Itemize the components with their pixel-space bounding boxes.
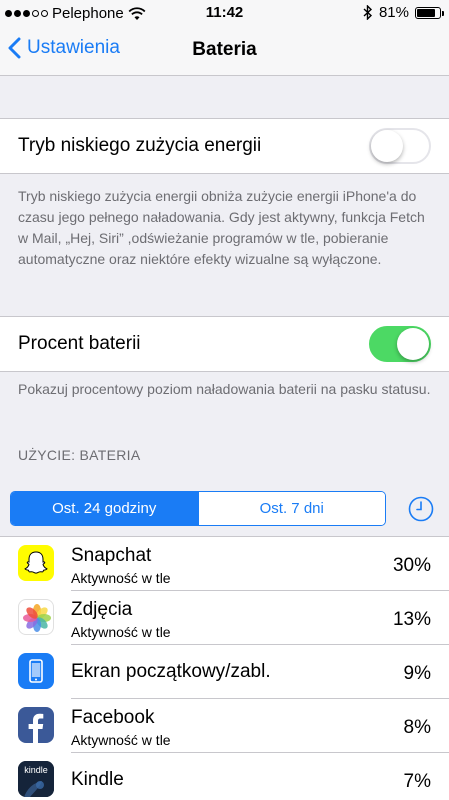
battery-percentage-toggle[interactable]	[369, 326, 431, 362]
usage-row-photos[interactable]: Zdjęcia Aktywność w tle 13%	[0, 591, 449, 645]
usage-row-snapchat[interactable]: Snapchat Aktywność w tle 30%	[0, 537, 449, 591]
navigation-bar: Ustawienia Bateria	[0, 26, 449, 76]
app-percent: 30%	[392, 555, 431, 576]
clock-icon[interactable]	[408, 496, 434, 522]
bluetooth-icon	[363, 5, 372, 20]
battery-icon	[415, 6, 444, 19]
usage-row-home-lock-screen[interactable]: Ekran początkowy/zabl. 9%	[0, 645, 449, 699]
kindle-icon-text: kindle	[24, 765, 48, 775]
toggle-knob	[371, 130, 403, 162]
photos-icon	[18, 599, 54, 635]
snapchat-icon	[18, 545, 54, 581]
app-percent: 9%	[403, 663, 431, 684]
time-range-segmented-control: Ost. 24 godziny Ost. 7 dni	[10, 491, 386, 526]
low-power-mode-cell: Tryb niskiego zużycia energii	[0, 118, 449, 174]
app-name: Kindle	[71, 769, 124, 790]
kindle-icon: kindle	[18, 761, 54, 797]
low-power-mode-label: Tryb niskiego zużycia energii	[18, 135, 262, 156]
app-name: Zdjęcia	[71, 599, 133, 620]
battery-percentage-cell: Procent baterii	[0, 316, 449, 372]
app-percent: 8%	[403, 717, 431, 738]
low-power-mode-description: Tryb niskiego zużycia energii obniża zuż…	[18, 188, 425, 267]
home-lock-screen-icon	[18, 653, 54, 689]
battery-usage-list: Snapchat Aktywność w tle 30% Zdjęcia Akt…	[0, 536, 449, 800]
app-name: Ekran początkowy/zabl.	[71, 661, 271, 682]
app-name: Facebook	[71, 707, 155, 728]
battery-level	[417, 8, 435, 17]
usage-section-header: UŻYCIE: BATERIA	[18, 447, 141, 463]
status-bar: Pelephone 11:42 81%	[0, 0, 449, 26]
status-right: 81%	[363, 4, 444, 21]
page-title: Bateria	[192, 39, 257, 60]
app-percent: 7%	[403, 771, 431, 792]
toggle-knob	[397, 328, 429, 360]
usage-row-facebook[interactable]: Facebook Aktywność w tle 8%	[0, 699, 449, 753]
usage-row-kindle[interactable]: kindle Kindle 7%	[0, 753, 449, 800]
low-power-mode-toggle[interactable]	[369, 128, 431, 164]
segment-last-24-hours[interactable]: Ost. 24 godziny	[11, 492, 198, 525]
app-name: Snapchat	[71, 545, 152, 566]
battery-percentage-label: Procent baterii	[18, 333, 141, 354]
facebook-icon	[18, 707, 54, 743]
battery-percentage-description: Pokazuj procentowy poziom naładowania ba…	[18, 381, 431, 397]
battery-percent: 81%	[378, 4, 409, 21]
app-subtitle: Aktywność w tle	[71, 570, 171, 586]
app-subtitle: Aktywność w tle	[71, 624, 171, 640]
app-subtitle: Aktywność w tle	[71, 732, 171, 748]
app-percent: 13%	[392, 609, 431, 630]
segment-last-7-days[interactable]: Ost. 7 dni	[197, 492, 385, 525]
